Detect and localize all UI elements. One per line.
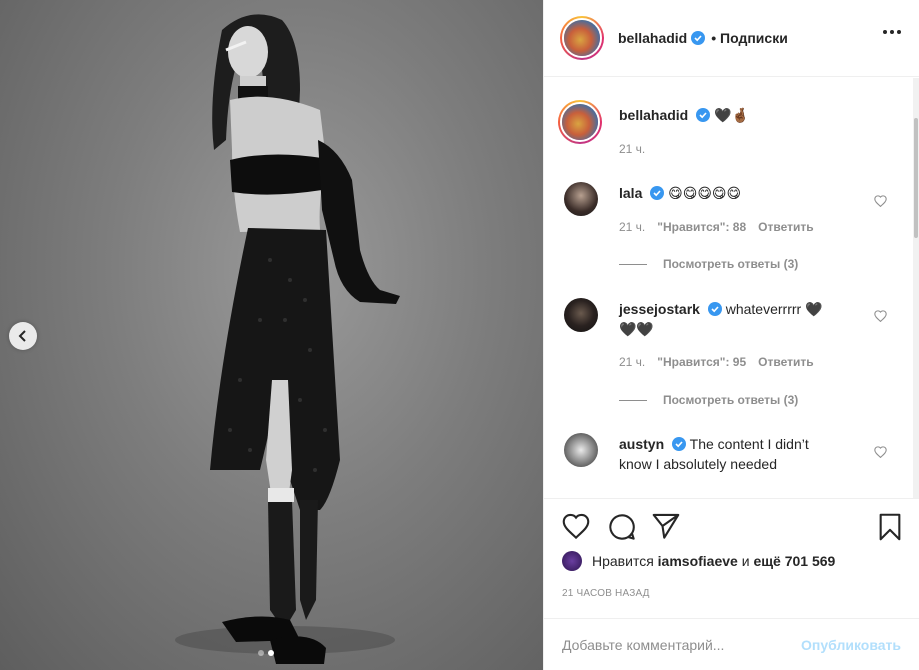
carousel-prev-button[interactable]	[9, 322, 37, 350]
chevron-left-icon	[18, 330, 26, 342]
caption-text: 🖤🤞🏾	[714, 107, 749, 123]
comment-item: austyn The content I didn’t know I absol…	[619, 434, 874, 474]
comment-username[interactable]: lala	[619, 185, 642, 201]
comments-scrollbar[interactable]	[913, 78, 919, 498]
share-send-icon[interactable]	[652, 513, 680, 539]
comment-username[interactable]: jessejostark	[619, 301, 700, 317]
verified-badge-icon	[672, 437, 687, 451]
comment-meta: 21 ч. "Нравится": 95 Ответить	[619, 355, 814, 369]
reply-button[interactable]: Ответить	[758, 220, 813, 234]
liker-username[interactable]: iamsofiaeve	[658, 553, 738, 569]
comment-likes[interactable]: "Нравится": 88	[657, 220, 746, 234]
comments-list[interactable]: bellahadid 🖤🤞🏾 21 ч. lala 😋😋😋😋😋 21 ч. "Н…	[544, 78, 919, 498]
following-status[interactable]: • Подписки	[711, 30, 788, 46]
caption-meta: 21 ч.	[619, 142, 645, 156]
carousel-dot-active	[268, 650, 274, 656]
comment-like-icon[interactable]	[874, 446, 887, 458]
comment-item: lala 😋😋😋😋😋	[619, 183, 874, 203]
comment-text-continued: 🖤🖤	[619, 321, 654, 337]
view-replies-button[interactable]: Посмотреть ответы (3)	[619, 257, 798, 271]
view-replies-label: Посмотреть ответы (3)	[663, 257, 799, 271]
carousel-dots	[258, 650, 274, 656]
like-heart-icon[interactable]	[562, 513, 590, 539]
comment-like-icon[interactable]	[874, 310, 887, 322]
divider	[619, 263, 647, 265]
comment-text: whateverrrrr 🖤	[725, 301, 823, 317]
divider	[619, 399, 647, 401]
comment-text-continued: know I absolutely needed	[619, 456, 777, 472]
commenter-avatar[interactable]	[564, 298, 598, 332]
author-username[interactable]: bellahadid	[618, 30, 687, 46]
scrollbar-thumb[interactable]	[914, 118, 918, 238]
commenter-avatar[interactable]	[564, 182, 598, 216]
comment-text: 😋😋😋😋😋	[668, 185, 742, 201]
likes-count[interactable]: ещё 701 569	[753, 553, 835, 569]
carousel-dot	[258, 650, 264, 656]
add-comment-form: Опубликовать	[544, 618, 919, 670]
post-actions: Нравится iamsofiaeve и ещё 701 569 21 ЧА…	[544, 498, 919, 618]
comment-text: The content I didn’t	[689, 436, 809, 452]
likes-prefix: Нравится	[592, 553, 654, 569]
view-replies-label: Посмотреть ответы (3)	[663, 393, 799, 407]
comment-icon[interactable]	[608, 513, 636, 541]
post-details-panel: bellahadid • Подписки bellahadid 🖤🤞🏾 21 …	[543, 0, 919, 670]
comment-meta: 21 ч. "Нравится": 88 Ответить	[619, 220, 814, 234]
verified-badge-icon	[650, 186, 665, 200]
liker-avatar[interactable]	[562, 551, 582, 571]
comment-input[interactable]	[562, 636, 802, 653]
commenter-avatar[interactable]	[564, 433, 598, 467]
caption-time[interactable]: 21 ч.	[619, 142, 645, 156]
post-photo	[175, 14, 400, 664]
comment-time[interactable]: 21 ч.	[619, 355, 645, 369]
more-options-icon[interactable]	[883, 30, 901, 34]
caption: bellahadid 🖤🤞🏾	[619, 105, 874, 125]
comment-username[interactable]: austyn	[619, 436, 664, 452]
post-media[interactable]	[0, 0, 543, 670]
author-avatar[interactable]	[560, 16, 604, 60]
comment-like-icon[interactable]	[874, 195, 887, 207]
verified-badge-icon	[707, 302, 722, 316]
post-timestamp[interactable]: 21 ЧАСОВ НАЗАД	[562, 588, 650, 599]
post-header: bellahadid • Подписки	[544, 0, 919, 77]
comment-likes[interactable]: "Нравится": 95	[657, 355, 746, 369]
verified-badge-icon	[691, 31, 706, 45]
publish-button[interactable]: Опубликовать	[801, 637, 901, 653]
caption-author-avatar[interactable]	[558, 100, 602, 144]
view-replies-button[interactable]: Посмотреть ответы (3)	[619, 393, 798, 407]
comment-time[interactable]: 21 ч.	[619, 220, 645, 234]
comment-item: jessejostark whateverrrrr 🖤 🖤🖤	[619, 299, 874, 339]
verified-badge-icon	[696, 108, 711, 122]
likes-summary: Нравится iamsofiaeve и ещё 701 569	[562, 551, 835, 571]
caption-username[interactable]: bellahadid	[619, 107, 688, 123]
reply-button[interactable]: Ответить	[758, 355, 813, 369]
likes-connector: и	[741, 553, 750, 569]
save-bookmark-icon[interactable]	[878, 513, 902, 541]
